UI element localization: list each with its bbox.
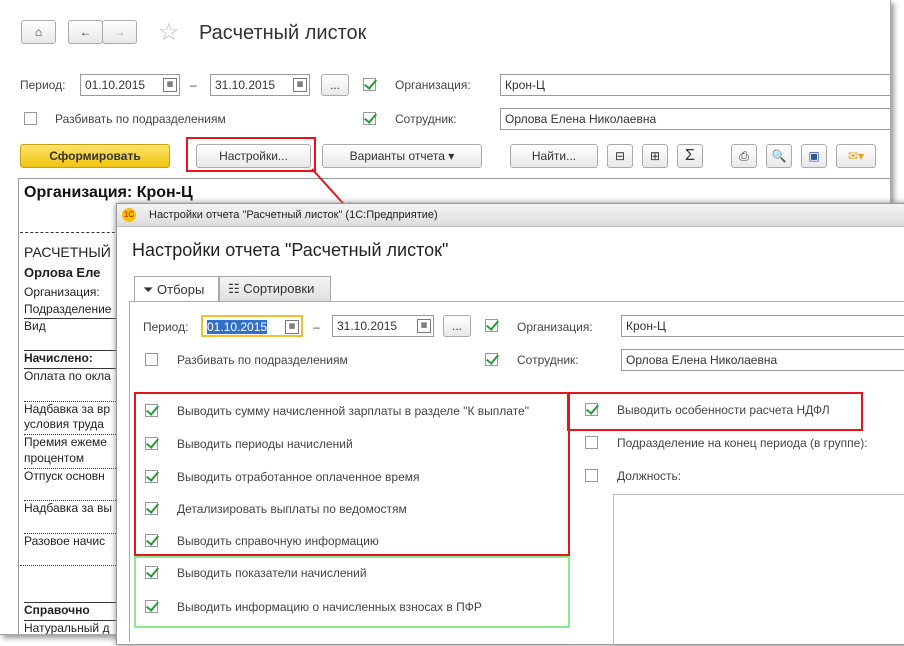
dialog-title: Настройки отчета "Расчетный листок" [132,240,449,260]
date-from-value: 01.10.2015 [85,78,146,92]
expand-groups-icon[interactable]: ⊟ [607,144,633,168]
org-input[interactable]: Крон-Ц [500,74,890,96]
report-line: Оплата по окла [24,368,124,383]
period-label: Период: [20,78,66,92]
sum-icon[interactable]: Σ [677,144,703,168]
print-icon[interactable]: ⎙ [731,144,757,168]
dialog-titlebar[interactable]: 1С Настройки отчета "Расчетный листок" (… [117,204,904,227]
employee-input[interactable]: Орлова Елена Николаевна [621,349,904,371]
split-label: Разбивать по подразделениям [55,112,226,126]
tab-label: Отборы [157,282,205,297]
report-line: Справочно [24,602,124,617]
report-line: Надбавка за вр [24,401,124,416]
org-label: Организация: [395,78,471,92]
dash: – [313,320,320,334]
report-org-title: Организация: Крон-Ц [24,184,193,201]
back-button[interactable]: ← [68,20,103,44]
report-line: процентом [24,451,85,465]
calendar-icon[interactable]: ▦ [285,320,299,334]
home-button[interactable]: ⌂ [21,20,56,44]
red-highlight-box [567,392,863,431]
forward-button[interactable]: → [102,20,137,44]
divider [20,565,120,566]
org-checkbox[interactable] [485,319,498,332]
option-label: Должность: [617,469,682,483]
split-checkbox[interactable] [24,112,37,125]
favorite-star-icon[interactable]: ☆ [158,18,180,47]
employee-checkbox[interactable] [485,353,498,366]
org-label: Организация: [517,320,593,334]
red-highlight-box [134,392,570,556]
report-line: Подразделение [24,302,112,316]
report-line: РАСЧЕТНЫЙ [24,244,111,260]
date-from-input[interactable]: 01.10.2015 ▦ [201,315,303,337]
settings-highlight [186,137,316,172]
report-line: Надбавка за вы [24,500,124,515]
split-checkbox[interactable] [145,353,158,366]
report-line: Начислено: [24,350,124,365]
split-label: Разбивать по подразделениям [177,353,348,367]
page-title: Расчетный листок [199,22,367,44]
employee-label: Сотрудник: [395,112,457,126]
option-checkbox[interactable] [585,436,598,449]
calendar-icon[interactable]: ▦ [293,78,307,92]
divider [20,232,120,233]
date-from-value: 01.10.2015 [207,320,268,334]
sort-icon: ☷ [228,281,240,296]
date-from-input[interactable]: 01.10.2015 ▦ [80,74,180,96]
preview-icon[interactable]: 🔍 [766,144,792,168]
employee-input[interactable]: Орлова Елена Николаевна [500,108,890,130]
email-icon[interactable]: ✉▾ [836,144,876,168]
calendar-icon[interactable]: ▦ [163,78,177,92]
date-to-input[interactable]: 31.10.2015 ▦ [332,315,434,337]
option-checkbox[interactable] [585,469,598,482]
report-line: Натуральный д [24,620,124,634]
green-highlight-box [134,556,570,628]
generate-button[interactable]: Сформировать [20,144,170,168]
find-button[interactable]: Найти... [510,144,598,168]
position-list[interactable] [613,494,904,646]
collapse-groups-icon[interactable]: ⊞ [642,144,668,168]
report-line: Орлова Еле [24,265,101,280]
report-line: Отпуск основн [24,468,124,483]
date-to-input[interactable]: 31.10.2015 ▦ [210,74,310,96]
report-line: условия труда [24,417,104,431]
tab-filters[interactable]: ⏷ Отборы [134,276,219,302]
option-label: Подразделение на конец периода (в группе… [617,436,868,450]
report-line: Премия ежеме [24,434,124,449]
variants-label: Варианты отчета [349,149,445,163]
report-line: Разовое начис [24,533,124,548]
employee-label: Сотрудник: [517,353,579,367]
settings-dialog: 1С Настройки отчета "Расчетный листок" (… [116,203,904,646]
period-select-button[interactable]: ... [321,74,349,96]
period-label: Период: [143,320,189,334]
org-input[interactable]: Крон-Ц [621,315,904,337]
org-checkbox[interactable] [363,78,376,91]
dialog-window-title: Настройки отчета "Расчетный листок" (1С:… [149,209,438,221]
employee-checkbox[interactable] [363,112,376,125]
date-to-value: 31.10.2015 [215,78,276,92]
dash: – [190,78,197,92]
1c-logo-icon: 1С [122,208,136,222]
save-icon[interactable]: ▣ [801,144,827,168]
period-select-button[interactable]: ... [443,315,471,337]
tab-label: Сортировки [243,281,315,296]
report-line: Организация: [24,285,100,299]
date-to-value: 31.10.2015 [337,319,398,333]
tab-sorting[interactable]: ☷ Сортировки [219,276,331,302]
report-line: Вид [24,318,124,333]
calendar-icon[interactable]: ▦ [417,319,431,333]
filter-icon: ⏷ [143,282,154,297]
